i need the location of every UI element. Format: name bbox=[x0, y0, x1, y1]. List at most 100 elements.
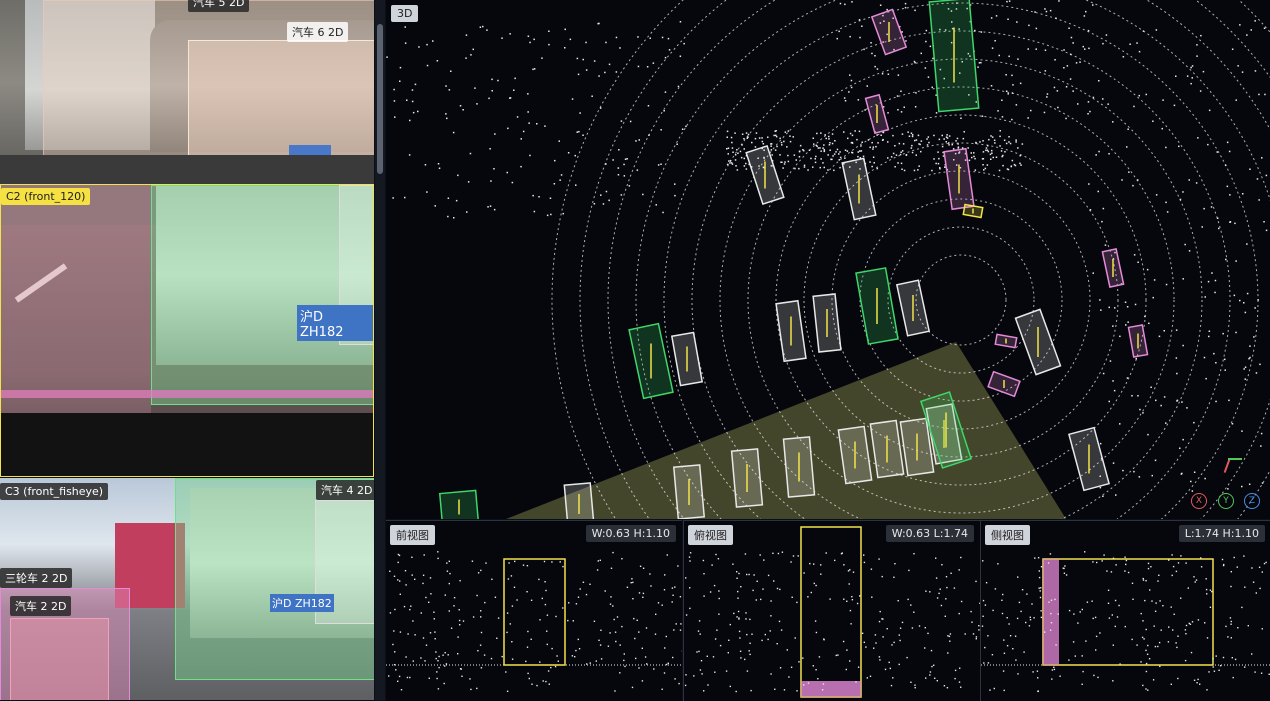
lidar-point bbox=[392, 197, 394, 199]
lidar-point bbox=[677, 565, 678, 566]
lidar-point bbox=[716, 630, 717, 631]
lidar-point bbox=[413, 112, 415, 114]
lidar-point bbox=[1161, 630, 1162, 631]
side-view-canvas[interactable] bbox=[981, 521, 1270, 701]
lidar-point bbox=[430, 577, 431, 578]
lidar-point bbox=[550, 198, 552, 200]
lidar-point bbox=[420, 657, 421, 658]
box-2d-overlay bbox=[1, 185, 151, 413]
lidar-point bbox=[405, 42, 407, 44]
lidar-point bbox=[749, 643, 750, 644]
front-view-panel[interactable]: 前视图 W:0.63 H:1.10 bbox=[386, 520, 682, 701]
lidar-point bbox=[1084, 15, 1086, 17]
lidar-point bbox=[1217, 218, 1219, 220]
lidar-point bbox=[529, 42, 531, 44]
lidar-point bbox=[1225, 626, 1226, 627]
lidar-point bbox=[1050, 10, 1052, 12]
lidar-point bbox=[863, 49, 865, 51]
lidar-point bbox=[852, 135, 854, 137]
side-view-panel[interactable]: 侧视图 L:1.74 H:1.10 bbox=[980, 520, 1270, 701]
lidar-point bbox=[1126, 560, 1127, 561]
top-view-canvas[interactable] bbox=[684, 521, 980, 701]
lidar-point bbox=[905, 3, 907, 5]
lidar-point bbox=[672, 595, 673, 596]
lidar-point bbox=[689, 608, 690, 609]
lidar-point bbox=[718, 558, 719, 559]
lidar-point bbox=[435, 205, 437, 207]
lidar-point bbox=[516, 599, 517, 600]
lidar-point bbox=[1174, 105, 1176, 107]
lidar-point bbox=[914, 685, 915, 686]
lidar-point bbox=[508, 578, 509, 579]
camera-list-scrollbar[interactable] bbox=[375, 0, 385, 700]
lidar-point bbox=[575, 650, 576, 651]
lidar-point bbox=[1253, 336, 1255, 338]
lidar-point bbox=[851, 142, 853, 144]
lidar-point bbox=[394, 609, 395, 610]
lidar-point bbox=[953, 148, 955, 150]
lidar-point bbox=[780, 667, 781, 668]
axis-x-button[interactable]: X bbox=[1191, 493, 1207, 509]
lidar-point bbox=[1225, 165, 1227, 167]
pointcloud-3d-view[interactable]: 3D X Y Z bbox=[386, 0, 1270, 519]
scrollbar-thumb[interactable] bbox=[377, 24, 383, 174]
lidar-point bbox=[439, 168, 441, 170]
lidar-point bbox=[887, 628, 888, 629]
lidar-point bbox=[1251, 567, 1252, 568]
lidar-point bbox=[879, 659, 880, 660]
lidar-point bbox=[493, 168, 495, 170]
lidar-point bbox=[1146, 663, 1147, 664]
camera-c3-view[interactable]: 沪D ZH182 C3 (front_fisheye) 汽车 4 2D 三轮车 … bbox=[0, 478, 374, 700]
lidar-point bbox=[468, 181, 470, 183]
lidar-point bbox=[1113, 558, 1114, 559]
top-view-panel[interactable]: 俯视图 W:0.63 L:1.74 bbox=[683, 520, 980, 701]
lidar-point bbox=[406, 100, 408, 102]
lidar-point bbox=[837, 654, 838, 655]
lidar-point bbox=[1223, 565, 1224, 566]
lidar-point bbox=[864, 642, 865, 643]
lidar-point bbox=[973, 152, 975, 154]
lidar-point bbox=[664, 647, 665, 648]
lidar-point bbox=[1230, 624, 1231, 625]
lidar-point bbox=[929, 591, 930, 592]
lidar-point bbox=[911, 147, 913, 149]
lidar-point bbox=[412, 101, 414, 103]
axis-z-button[interactable]: Z bbox=[1244, 493, 1260, 509]
lidar-point bbox=[1262, 482, 1264, 484]
lidar-point bbox=[674, 586, 675, 587]
lidar-point bbox=[991, 17, 993, 19]
lidar-point bbox=[1092, 4, 1094, 6]
lidar-point bbox=[741, 144, 743, 146]
lidar-point bbox=[449, 610, 450, 611]
front-view-canvas[interactable] bbox=[386, 521, 682, 701]
lidar-point bbox=[945, 616, 946, 617]
lidar-point bbox=[536, 123, 538, 125]
lidar-point bbox=[992, 136, 994, 138]
lidar-point bbox=[1213, 353, 1215, 355]
camera-c1-view[interactable]: 汽车 5 2D 汽车 6 2D bbox=[0, 0, 374, 184]
lidar-point bbox=[770, 615, 771, 616]
side-view-dims: L:1.74 H:1.10 bbox=[1179, 525, 1265, 542]
lidar-point bbox=[950, 573, 951, 574]
lidar-point bbox=[737, 169, 739, 171]
camera-c2-view[interactable]: 沪D ZH182 C2 (front_120) bbox=[0, 184, 374, 477]
lidar-point bbox=[1002, 594, 1003, 595]
lidar-point bbox=[1037, 677, 1038, 678]
lidar-point bbox=[502, 656, 503, 657]
pointcloud-canvas[interactable] bbox=[386, 0, 1270, 519]
lidar-point bbox=[1006, 1, 1008, 3]
lidar-point bbox=[1225, 369, 1227, 371]
lidar-point bbox=[447, 216, 449, 218]
lidar-point bbox=[474, 87, 476, 89]
lidar-point bbox=[1243, 555, 1244, 556]
axis-y-button[interactable]: Y bbox=[1218, 493, 1234, 509]
lidar-point bbox=[491, 579, 492, 580]
lidar-point bbox=[453, 132, 455, 134]
lidar-point bbox=[804, 165, 806, 167]
lidar-point bbox=[649, 573, 650, 574]
lidar-point bbox=[1155, 646, 1156, 647]
lidar-point bbox=[707, 656, 708, 657]
lidar-point bbox=[726, 670, 727, 671]
lidar-point bbox=[437, 60, 439, 62]
lidar-point bbox=[1037, 691, 1038, 692]
